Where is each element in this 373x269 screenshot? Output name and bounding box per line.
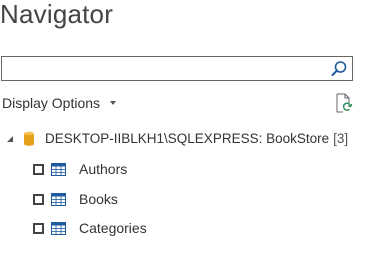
tree-item-label: Categories — [79, 220, 147, 236]
authors-checkbox[interactable] — [33, 163, 44, 175]
tree-item-categories[interactable]: Categories — [33, 220, 147, 236]
display-options-dropdown[interactable]: Display Options — [2, 95, 117, 111]
search-input[interactable] — [4, 58, 324, 79]
books-checkbox[interactable] — [33, 193, 44, 205]
display-options-label: Display Options — [2, 95, 101, 111]
table-icon — [51, 192, 66, 206]
database-icon — [24, 131, 34, 146]
expand-triangle-icon[interactable] — [5, 134, 15, 144]
navigator-window: Navigator Display Options DESKTOP-IIBLKH… — [0, 0, 373, 269]
tree-item-label: Books — [79, 191, 118, 207]
tree-root-label: DESKTOP-IIBLKH1\SQLEXPRESS: BookStore — [45, 131, 330, 146]
tree-root-count: [3] — [333, 131, 349, 146]
tree-item-books[interactable]: Books — [33, 191, 118, 207]
categories-checkbox[interactable] — [33, 222, 44, 234]
table-icon — [51, 162, 66, 176]
table-icon — [51, 221, 66, 235]
tree-item-label: Authors — [79, 161, 128, 177]
chevron-down-icon — [110, 101, 117, 105]
refresh-icon[interactable] — [334, 93, 354, 113]
search-box[interactable] — [1, 56, 353, 81]
page-title: Navigator — [0, 0, 114, 29]
tree-root-database[interactable]: DESKTOP-IIBLKH1\SQLEXPRESS: BookStore [3… — [5, 131, 348, 146]
tree-item-authors[interactable]: Authors — [33, 161, 127, 177]
search-icon[interactable] — [330, 60, 348, 78]
